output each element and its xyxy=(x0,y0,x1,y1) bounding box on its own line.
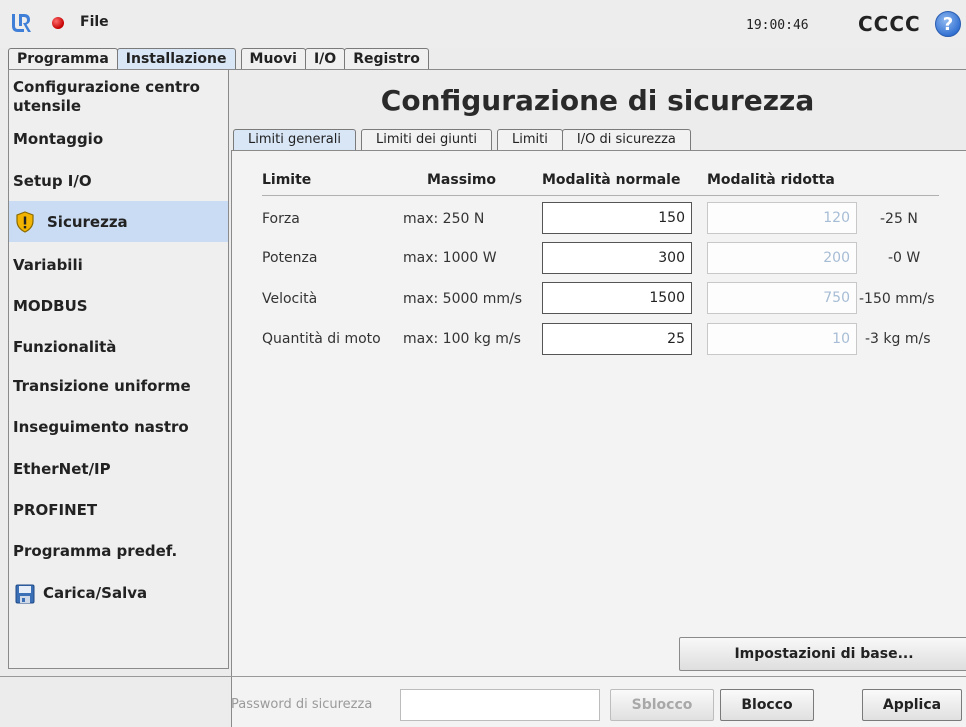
row-delta-velocita: -150 mm/s xyxy=(859,291,935,307)
sidebar-item-carica-salva[interactable]: Carica/Salva xyxy=(9,578,228,610)
quantita-di-moto-reduced-input[interactable]: 10 xyxy=(707,323,857,355)
column-header-normale: Modalità normale xyxy=(542,172,681,188)
sidebar-item-label: PROFINET xyxy=(13,501,98,519)
file-menu[interactable]: File xyxy=(80,14,109,30)
tab-installazione[interactable]: Installazione xyxy=(116,48,236,71)
sidebar-item-label: MODBUS xyxy=(13,297,88,315)
sidebar-item-profinet[interactable]: PROFINET xyxy=(9,501,228,519)
tab-limiti-dei-giunti[interactable]: Limiti dei giunti xyxy=(361,129,493,150)
clock: 19:00:46 xyxy=(746,18,809,33)
sidebar-item-label: EtherNet/IP xyxy=(13,460,111,478)
row-max-velocita: max: 5000 mm/s xyxy=(403,291,523,307)
sidebar-item-montaggio[interactable]: Montaggio xyxy=(9,130,228,148)
sidebar: Configurazione centro utensile Montaggio… xyxy=(8,69,229,669)
sidebar-item-label: Transizione uniforme xyxy=(13,377,191,395)
sidebar-item-setup-io[interactable]: Setup I/O xyxy=(9,172,228,190)
row-label-potenza: Potenza xyxy=(262,250,318,266)
row-delta-quantita-di-moto: -3 kg m/s xyxy=(865,331,931,347)
page-title: Configurazione di sicurezza xyxy=(380,84,815,117)
sub-tabs: Limiti generali Limiti dei giunti Limiti… xyxy=(233,129,691,150)
potenza-reduced-input[interactable]: 200 xyxy=(707,242,857,274)
row-delta-forza: -25 N xyxy=(880,211,918,227)
column-header-massimo: Massimo xyxy=(427,172,497,188)
unlock-button[interactable]: Sblocco xyxy=(610,689,714,721)
potenza-normal-input[interactable]: 300 xyxy=(542,242,692,274)
row-max-quantita-di-moto: max: 100 kg m/s xyxy=(403,331,521,347)
floppy-disk-icon xyxy=(15,584,35,604)
footer-divider xyxy=(0,676,966,677)
sidebar-item-inseguimento-nastro[interactable]: Inseguimento nastro xyxy=(9,418,228,436)
sidebar-item-programma-predef[interactable]: Programma predef. xyxy=(9,542,228,560)
row-max-potenza: max: 1000 W xyxy=(403,250,497,266)
base-settings-button[interactable]: Impostazioni di base... xyxy=(679,637,966,671)
tab-limiti[interactable]: Limiti xyxy=(497,129,563,150)
sidebar-item-variabili[interactable]: Variabili xyxy=(9,256,228,274)
password-label: Password di sicurezza xyxy=(231,697,373,712)
lock-button[interactable]: Blocco xyxy=(720,689,814,721)
forza-normal-input[interactable]: 150 xyxy=(542,202,692,234)
password-field[interactable] xyxy=(400,689,600,721)
row-label-velocita: Velocità xyxy=(262,291,318,307)
row-label-quantita-di-moto: Quantità di moto xyxy=(262,331,381,347)
sidebar-item-modbus[interactable]: MODBUS xyxy=(9,297,228,315)
main-content: Configurazione di sicurezza Limiti gener… xyxy=(229,69,966,727)
record-red-icon xyxy=(52,17,64,29)
quantita-di-moto-normal-input[interactable]: 25 xyxy=(542,323,692,355)
top-bar: File 19:00:46 CCCC ? xyxy=(0,0,966,48)
sidebar-item-label: Inseguimento nastro xyxy=(13,418,189,436)
sidebar-item-label: Variabili xyxy=(13,256,83,274)
warning-shield-icon xyxy=(16,211,34,233)
tab-io[interactable]: I/O xyxy=(304,48,346,70)
tab-io-di-sicurezza[interactable]: I/O di sicurezza xyxy=(561,129,691,150)
sidebar-item-label: Funzionalità xyxy=(13,338,117,356)
tab-programma[interactable]: Programma xyxy=(8,48,118,70)
ur-logo-icon xyxy=(12,14,31,32)
main-tabs: Programma Installazione Muovi I/O Regist… xyxy=(8,48,429,71)
apply-button[interactable]: Applica xyxy=(862,689,962,721)
column-header-ridotta: Modalità ridotta xyxy=(707,172,835,188)
sidebar-item-label: Setup I/O xyxy=(13,172,92,190)
velocita-reduced-input[interactable]: 750 xyxy=(707,282,857,314)
forza-reduced-input[interactable]: 120 xyxy=(707,202,857,234)
sidebar-item-label: Montaggio xyxy=(13,130,104,148)
column-header-limite: Limite xyxy=(262,172,312,188)
sidebar-item-label: Configurazione centro utensile xyxy=(13,78,200,115)
tab-muovi[interactable]: Muovi xyxy=(240,48,306,70)
tab-registro[interactable]: Registro xyxy=(344,48,429,70)
sidebar-item-label: Programma predef. xyxy=(13,542,178,560)
robot-name: CCCC xyxy=(858,12,921,36)
sidebar-item-funzionalita[interactable]: Funzionalità xyxy=(9,338,228,356)
header-divider xyxy=(262,195,939,196)
sidebar-item-label: Carica/Salva xyxy=(43,584,148,602)
sidebar-item-sicurezza[interactable]: Sicurezza xyxy=(9,201,228,242)
help-icon[interactable]: ? xyxy=(935,11,961,37)
velocita-normal-input[interactable]: 1500 xyxy=(542,282,692,314)
tab-limiti-generali[interactable]: Limiti generali xyxy=(233,129,356,150)
row-delta-potenza: -0 W xyxy=(888,250,921,266)
row-label-forza: Forza xyxy=(262,211,300,227)
sidebar-item-configurazione-centro-utensile[interactable]: Configurazione centro utensile xyxy=(9,78,219,116)
row-max-forza: max: 250 N xyxy=(403,211,485,227)
sidebar-item-label: Sicurezza xyxy=(47,213,128,231)
sidebar-item-transizione-uniforme[interactable]: Transizione uniforme xyxy=(9,377,228,395)
sidebar-item-ethernet-ip[interactable]: EtherNet/IP xyxy=(9,460,228,478)
